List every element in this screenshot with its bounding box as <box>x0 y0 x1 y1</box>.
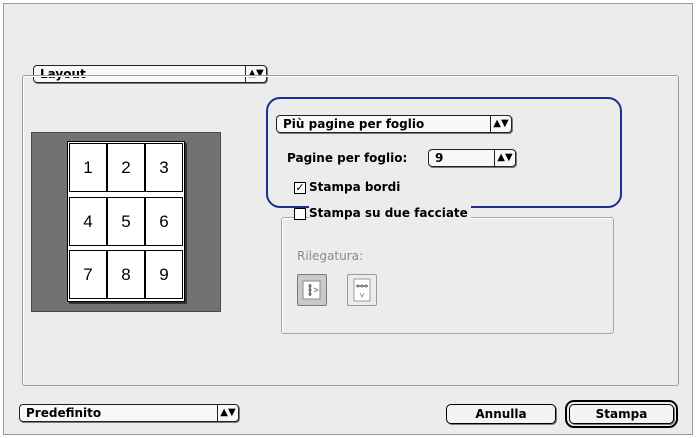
preview-page: 8 <box>107 250 145 299</box>
binding-label: Rilegatura: <box>297 249 363 263</box>
print-dialog: Layout ▲▼ 1 2 3 4 5 6 7 8 9 Più pagine p… <box>3 3 693 435</box>
cancel-button[interactable]: Annulla <box>446 404 556 424</box>
binding-left-button[interactable] <box>297 274 327 306</box>
tablet-binding-top-icon <box>353 278 371 302</box>
layout-preview: 1 2 3 4 5 6 7 8 9 <box>31 132 221 312</box>
preview-page: 5 <box>107 197 145 246</box>
preset-select[interactable]: Predefinito ▲▼ <box>19 404 239 422</box>
preview-sheet: 1 2 3 4 5 6 7 8 9 <box>67 141 185 302</box>
updown-arrows-icon: ▲▼ <box>494 150 515 166</box>
preview-page: 1 <box>69 143 107 192</box>
pages-mode-select[interactable]: Più pagine per foglio ▲▼ <box>276 115 512 133</box>
pages-per-sheet-select[interactable]: 9 ▲▼ <box>428 149 516 167</box>
updown-arrows-icon: ▲▼ <box>490 116 511 132</box>
print-borders-label: Stampa bordi <box>309 180 401 194</box>
pages-mode-select-value: Più pagine per foglio <box>283 117 425 131</box>
pages-per-sheet-label: Pagine per foglio: <box>287 151 408 165</box>
print-button[interactable]: Stampa <box>565 400 678 428</box>
preview-page: 6 <box>145 197 183 246</box>
preset-select-value: Predefinito <box>26 406 102 420</box>
preview-page: 2 <box>107 143 145 192</box>
duplex-checkbox[interactable] <box>294 208 306 220</box>
book-binding-left-icon <box>302 280 321 300</box>
print-borders-checkbox[interactable]: ✓ <box>294 182 306 194</box>
duplex-group <box>281 217 614 334</box>
preview-page: 7 <box>69 250 107 299</box>
preview-page: 9 <box>145 250 183 299</box>
binding-top-button[interactable] <box>347 274 377 306</box>
preview-page: 3 <box>145 143 183 192</box>
preview-page: 4 <box>69 197 107 246</box>
pages-per-sheet-select-value: 9 <box>435 151 444 165</box>
duplex-label: Stampa su due facciate <box>309 206 471 220</box>
updown-arrows-icon: ▲▼ <box>217 405 238 421</box>
